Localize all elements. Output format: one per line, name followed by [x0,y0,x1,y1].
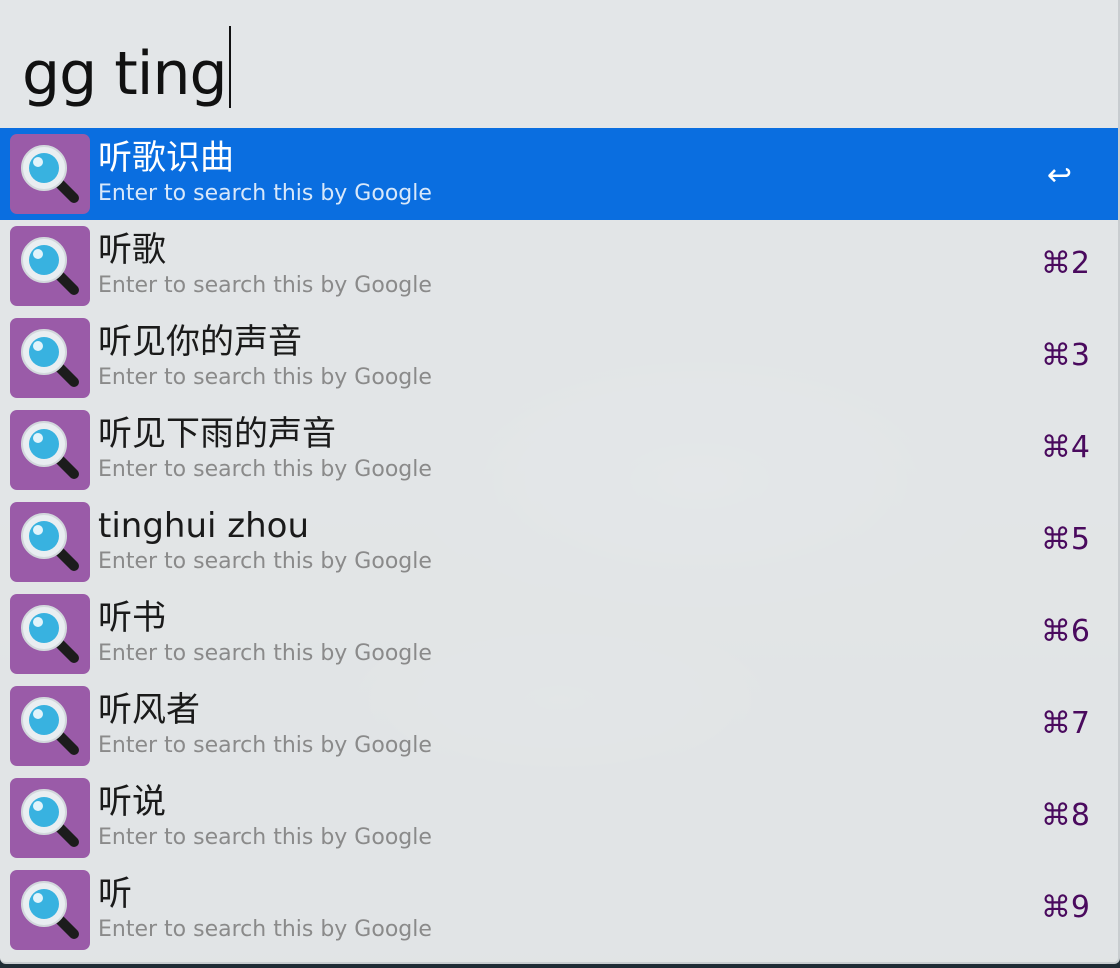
text-caret [228,26,231,108]
magnifier-icon [10,134,90,214]
result-item[interactable]: 听说 Enter to search this by Google ⌘8 [0,772,1118,864]
result-shortcut: ⌘5 [1040,522,1090,557]
magnifier-glyph [21,697,79,755]
result-subtitle: Enter to search this by Google [98,733,432,758]
result-shortcut: ⌘8 [1040,798,1090,833]
result-title: 听见你的声音 [98,322,302,362]
result-subtitle: Enter to search this by Google [98,181,432,206]
result-item[interactable]: 听 Enter to search this by Google ⌘9 [0,864,1118,956]
search-bar[interactable]: gg ting [0,0,1118,128]
result-item[interactable]: 听歌识曲 Enter to search this by Google ↩ [0,128,1118,220]
result-shortcut: ⌘4 [1040,430,1090,465]
result-title: 听书 [98,598,166,638]
result-title: 听 [98,874,132,914]
magnifier-glyph [21,329,79,387]
result-item[interactable]: tinghui zhou Enter to search this by Goo… [0,496,1118,588]
result-subtitle: Enter to search this by Google [98,457,432,482]
result-subtitle: Enter to search this by Google [98,549,432,574]
result-title: 听见下雨的声音 [98,414,336,454]
result-title: tinghui zhou [98,506,310,546]
magnifier-icon [10,410,90,490]
result-subtitle: Enter to search this by Google [98,917,432,942]
result-item[interactable]: 听风者 Enter to search this by Google ⌘7 [0,680,1118,772]
magnifier-glyph [21,881,79,939]
result-shortcut: ⌘3 [1040,338,1090,373]
result-item[interactable]: 听见下雨的声音 Enter to search this by Google ⌘… [0,404,1118,496]
magnifier-glyph [21,513,79,571]
magnifier-icon [10,778,90,858]
result-title: 听说 [98,782,166,822]
return-key-icon: ↩ [1046,158,1072,193]
result-shortcut: ⌘9 [1040,890,1090,925]
result-title: 听歌 [98,230,166,270]
result-subtitle: Enter to search this by Google [98,825,432,850]
magnifier-glyph [21,237,79,295]
result-shortcut: ⌘2 [1040,246,1090,281]
magnifier-icon [10,594,90,674]
result-title: 听歌识曲 [98,138,234,178]
magnifier-glyph [21,605,79,663]
search-query-text: gg ting [22,39,228,109]
magnifier-icon [10,686,90,766]
result-shortcut: ⌘6 [1040,614,1090,649]
launcher-window: gg ting 听歌识曲 Enter to search this by Goo… [0,0,1120,964]
result-item[interactable]: 听书 Enter to search this by Google ⌘6 [0,588,1118,680]
result-item[interactable]: 听歌 Enter to search this by Google ⌘2 [0,220,1118,312]
magnifier-icon [10,870,90,950]
magnifier-icon [10,226,90,306]
magnifier-glyph [21,789,79,847]
search-input[interactable]: gg ting [22,26,231,109]
result-shortcut: ⌘7 [1040,706,1090,741]
result-subtitle: Enter to search this by Google [98,273,432,298]
results-list: 听歌识曲 Enter to search this by Google ↩ 听歌… [0,128,1118,956]
magnifier-icon [10,318,90,398]
result-item[interactable]: 听见你的声音 Enter to search this by Google ⌘3 [0,312,1118,404]
magnifier-glyph [21,145,79,203]
magnifier-icon [10,502,90,582]
result-subtitle: Enter to search this by Google [98,641,432,666]
result-title: 听风者 [98,690,200,730]
result-subtitle: Enter to search this by Google [98,365,432,390]
magnifier-glyph [21,421,79,479]
